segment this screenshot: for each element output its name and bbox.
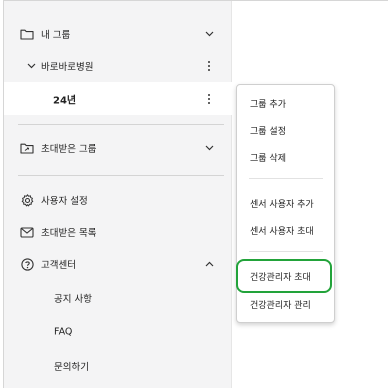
sidebar-item-label: 문의하기	[54, 362, 89, 373]
sidebar-item-invited-list[interactable]: 초대받은 목록	[4, 216, 232, 248]
shared-folder-icon	[20, 141, 34, 155]
sidebar-item-label: 바로바로병원	[41, 62, 94, 73]
sidebar-item-label: 고객센터	[41, 260, 76, 271]
menu-divider	[249, 178, 323, 179]
help-circle-icon	[20, 257, 34, 271]
sidebar-item-label: 공지 사항	[54, 294, 92, 305]
sidebar-item-label: 24년	[53, 95, 77, 106]
sidebar-item-hospital[interactable]: 바로바로병원	[4, 50, 232, 82]
mail-icon	[20, 225, 34, 239]
sidebar-item-24-group[interactable]: 24년	[4, 82, 232, 115]
sidebar-item-inquiry[interactable]: 문의하기	[4, 350, 232, 382]
sidebar-item-support[interactable]: 고객센터	[4, 248, 232, 280]
menu-item-manage-health-manager[interactable]: 건강관리자 관리	[237, 291, 334, 317]
menu-item-add-sensor-user[interactable]: 센서 사용자 추가	[237, 190, 334, 216]
kebab-icon[interactable]	[204, 93, 214, 104]
sidebar-item-label: 내 그룹	[41, 30, 71, 41]
sidebar-item-label: 사용자 설정	[41, 196, 88, 207]
chevron-up-icon[interactable]	[204, 259, 214, 269]
menu-item-invite-sensor-user[interactable]: 센서 사용자 초대	[237, 217, 334, 243]
menu-item-add-group[interactable]: 그룹 추가	[237, 90, 334, 116]
sidebar-item-invited-groups[interactable]: 초대받은 그룹	[4, 132, 232, 164]
sidebar-item-label: FAQ	[54, 326, 73, 338]
kebab-icon[interactable]	[204, 61, 214, 71]
highlight-outline	[236, 259, 332, 293]
sidebar-item-user-settings[interactable]: 사용자 설정	[4, 184, 232, 216]
menu-item-group-settings[interactable]: 그룹 설정	[237, 117, 334, 143]
gear-icon	[20, 193, 34, 207]
sidebar-item-label: 초대받은 목록	[41, 228, 97, 239]
chevron-down-icon[interactable]	[204, 29, 214, 39]
menu-item-delete-group[interactable]: 그룹 삭제	[237, 144, 334, 170]
chevron-down-icon[interactable]	[24, 59, 38, 73]
sidebar-item-notice[interactable]: 공지 사항	[4, 282, 232, 314]
sidebar-item-faq[interactable]: FAQ	[4, 316, 232, 348]
chevron-down-icon[interactable]	[204, 143, 214, 153]
folder-icon	[20, 27, 34, 41]
divider	[18, 175, 224, 176]
sidebar: 내 그룹 바로바로병원 24년 초대받은 그룹 사용자 설정 초대받은 목록 고…	[4, 1, 232, 388]
menu-divider	[249, 251, 323, 252]
sidebar-item-my-groups[interactable]: 내 그룹	[4, 18, 232, 50]
sidebar-item-label: 초대받은 그룹	[41, 144, 97, 155]
divider	[18, 124, 224, 125]
